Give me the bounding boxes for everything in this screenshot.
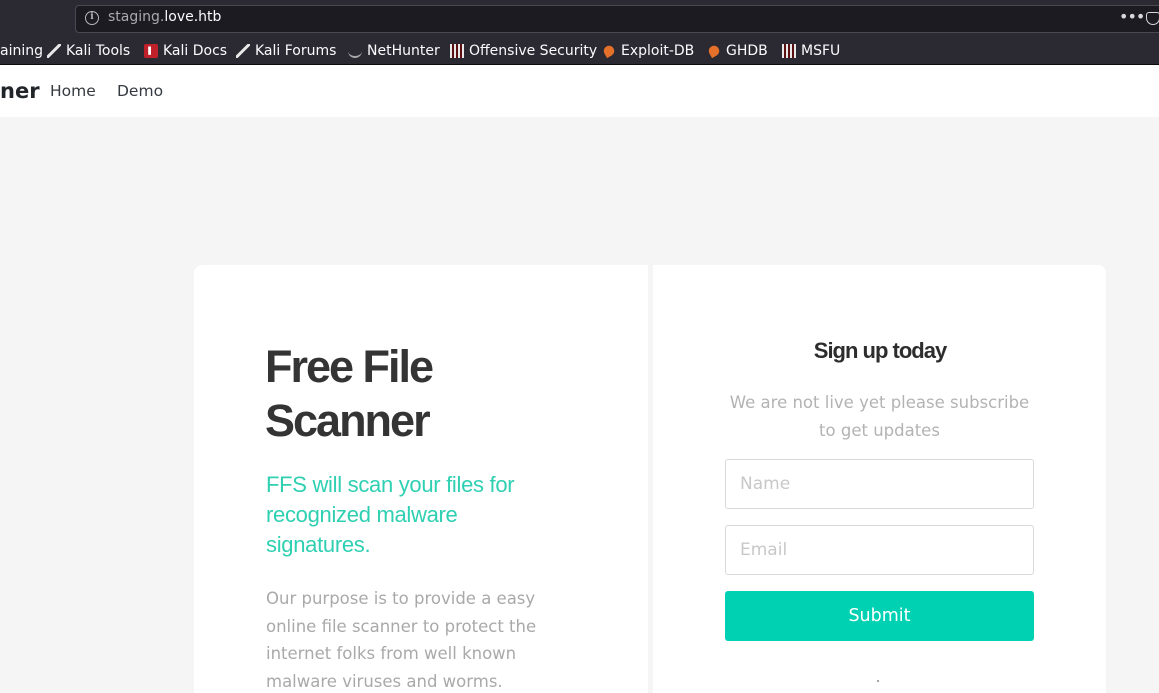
bookmark-ghdb[interactable]: GHDB [706, 42, 768, 60]
bookmark-label: Kali Forums [255, 43, 337, 59]
kali-dragon-icon [47, 44, 61, 58]
kali-docs-icon: ▌ [144, 44, 158, 58]
bookmark-msfu[interactable]: MSFU [782, 42, 840, 60]
bookmark-label: GHDB [726, 43, 768, 59]
signup-title: Sign up today [813, 338, 947, 363]
offsec-icon [450, 44, 464, 58]
bookmark-kali-docs[interactable]: ▌ Kali Docs [144, 42, 227, 60]
bookmark-exploit-db[interactable]: Exploit-DB [601, 42, 695, 60]
exploit-db-icon [706, 43, 722, 59]
url-prefix: staging. [108, 9, 165, 25]
kali-dragon-icon [236, 44, 250, 58]
bookmark-label: Offensive Security [469, 43, 598, 59]
bookmark-label: NetHunter [367, 43, 440, 59]
address-bar[interactable] [75, 5, 1159, 33]
pocket-icon[interactable] [1146, 12, 1159, 25]
nethunter-icon [348, 44, 362, 58]
hero-title-line: Free File [265, 341, 434, 392]
email-input[interactable] [725, 525, 1034, 575]
nav-link-demo[interactable]: Demo [117, 82, 163, 100]
url-text[interactable]: staging.love.htb [108, 9, 221, 25]
offsec-icon [782, 44, 796, 58]
hero-description: Our purpose is to provide a easy online … [266, 589, 537, 691]
bookmark-label: Exploit-DB [621, 43, 695, 59]
signup-description: We are not live yet please subscribe to … [729, 393, 1030, 440]
bookmark-label: Kali Docs [163, 43, 228, 59]
bookmark-nethunter[interactable]: NetHunter [348, 42, 440, 60]
divider-dot [877, 680, 879, 682]
name-input[interactable] [725, 459, 1034, 509]
site-info-icon[interactable]: i [85, 11, 99, 25]
bookmark-label: Kali Tools [66, 43, 131, 59]
bookmark-label: aining [0, 43, 43, 59]
hero-title: Free File Scanner [265, 340, 595, 448]
submit-button[interactable]: Submit [725, 591, 1034, 641]
bookmark-label: MSFU [801, 43, 841, 59]
bookmark-kali-tools[interactable]: Kali Tools [47, 42, 130, 60]
site-brand[interactable]: ner [0, 79, 40, 103]
hero-subtitle: FFS will scan your files for recognized … [266, 472, 515, 557]
hero-title-line: Scanner [265, 395, 431, 446]
bookmark-offensive-security[interactable]: Offensive Security [450, 42, 597, 60]
site-navbar [0, 65, 1159, 117]
bookmark-training[interactable]: aining [0, 42, 43, 60]
bookmarks-toolbar: aining Kali Tools ▌ Kali Docs Kali Forum… [0, 38, 1159, 65]
exploit-db-icon [601, 43, 617, 59]
bookmark-kali-forums[interactable]: Kali Forums [236, 42, 336, 60]
url-host: love.htb [164, 9, 222, 25]
ellipsis-icon[interactable]: ••• [1119, 9, 1145, 25]
nav-link-home[interactable]: Home [50, 82, 96, 100]
